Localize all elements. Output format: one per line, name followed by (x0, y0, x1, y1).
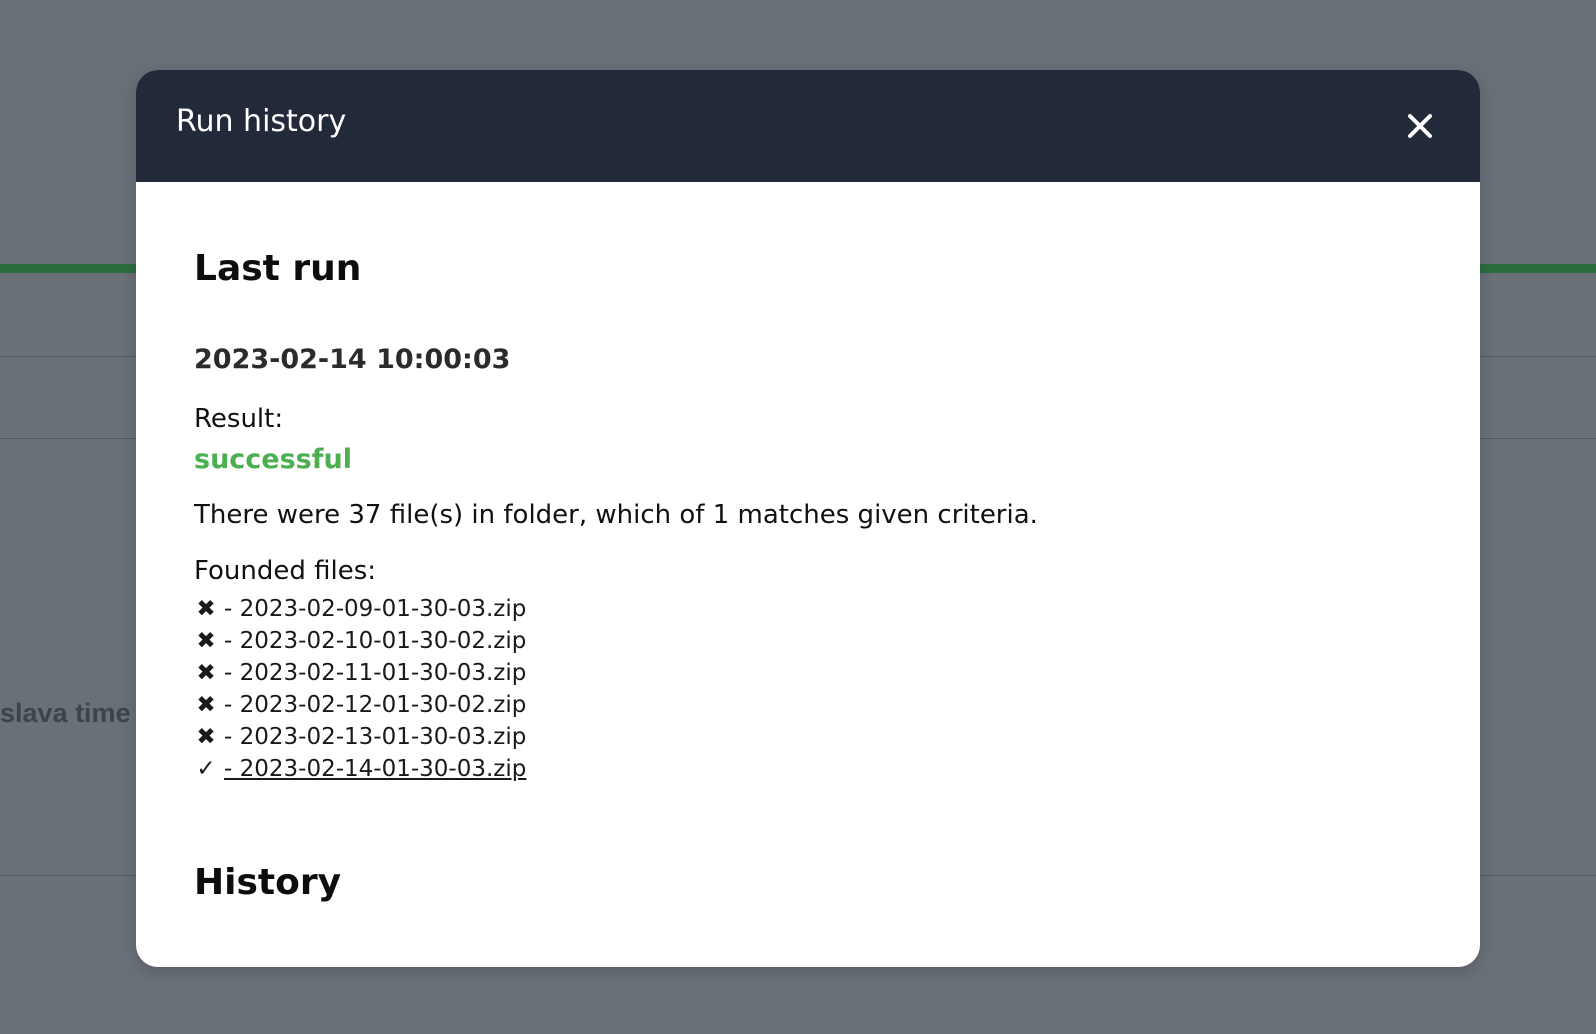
file-name: - 2023-02-10-01-30-02.zip (224, 628, 527, 654)
last-run-timestamp: 2023-02-14 10:00:03 (194, 344, 511, 375)
history-heading: History (194, 862, 342, 903)
file-item: ✖ - 2023-02-12-01-30-02.zip (194, 689, 526, 721)
x-mark-icon: ✖ (196, 724, 216, 750)
file-item: ✖ - 2023-02-13-01-30-03.zip (194, 721, 526, 753)
run-summary: There were 37 file(s) in folder, which o… (194, 500, 1038, 530)
close-button[interactable] (1400, 106, 1440, 146)
modal-header: Run history (136, 70, 1480, 182)
x-mark-icon: ✖ (196, 628, 216, 654)
result-status: successful (194, 444, 352, 475)
x-mark-icon: ✖ (196, 596, 216, 622)
file-item: ✖ - 2023-02-09-01-30-03.zip (194, 593, 526, 625)
last-run-heading: Last run (194, 248, 362, 289)
run-history-modal: Run history Last run 2023-02-14 10:00:03… (136, 70, 1480, 967)
x-mark-icon: ✖ (196, 660, 216, 686)
checkmark-icon: ✓ (196, 756, 216, 782)
background-partial-text: slava time (0, 698, 131, 728)
founded-files-label: Founded files: (194, 556, 377, 586)
founded-files-list: ✖ - 2023-02-09-01-30-03.zip ✖ - 2023-02-10-… (194, 593, 526, 785)
file-name: - 2023-02-11-01-30-03.zip (224, 660, 527, 686)
file-item: ✖ - 2023-02-10-01-30-02.zip (194, 625, 526, 657)
file-name: - 2023-02-12-01-30-02.zip (224, 692, 527, 718)
x-mark-icon: ✖ (196, 692, 216, 718)
file-name: - 2023-02-14-01-30-03.zip (224, 756, 527, 782)
file-item: ✖ - 2023-02-11-01-30-03.zip (194, 657, 526, 689)
file-name: - 2023-02-13-01-30-03.zip (224, 724, 527, 750)
modal-title: Run history (176, 104, 347, 139)
matched-file-item[interactable]: ✓ - 2023-02-14-01-30-03.zip (194, 753, 526, 785)
result-label: Result: (194, 404, 284, 434)
file-name: - 2023-02-09-01-30-03.zip (224, 596, 527, 622)
close-icon (1408, 114, 1432, 138)
